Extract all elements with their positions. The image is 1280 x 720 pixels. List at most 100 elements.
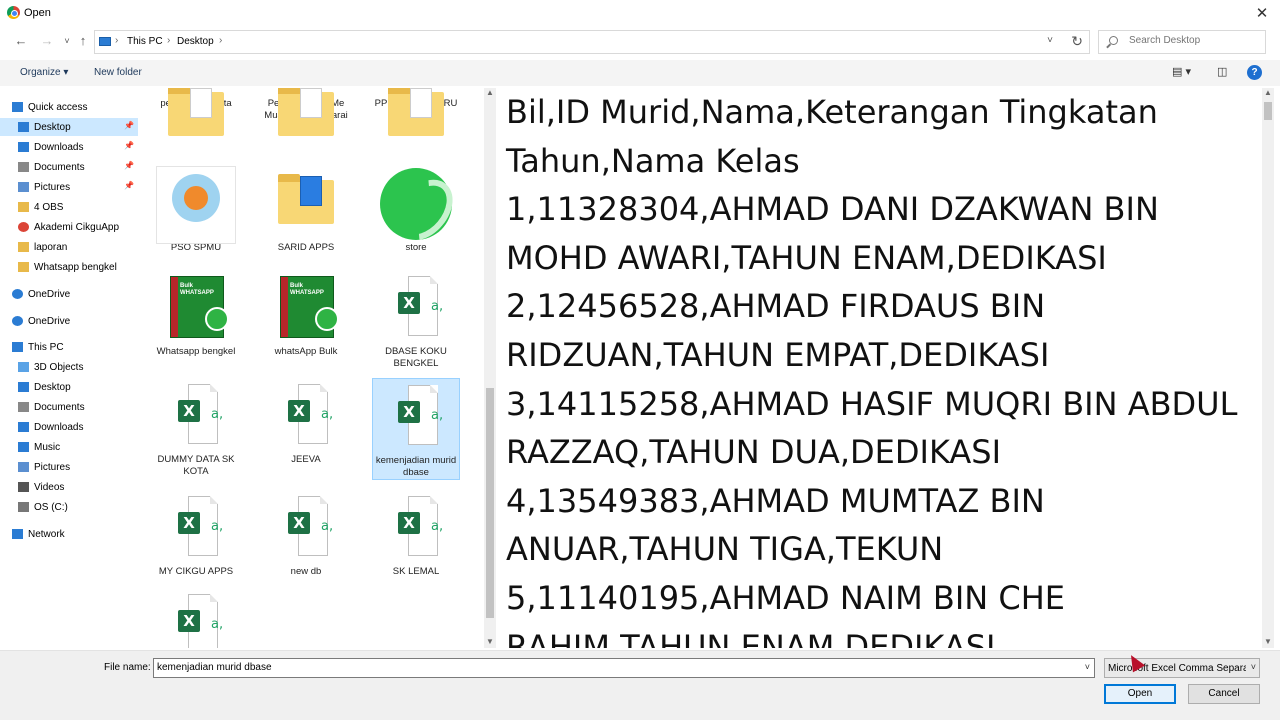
- folder-icon: [376, 88, 456, 136]
- chevron-down-icon: ˅: [1250, 662, 1256, 672]
- nav-item-videos[interactable]: Videos: [0, 478, 138, 496]
- file-item[interactable]: a, X: [152, 588, 240, 648]
- file-item[interactable]: PPD KOTA BHARU 41: [372, 88, 460, 136]
- navigation-row: ← → ˅ ↑ › This PC › Desktop › ˅ ↻: [0, 28, 1280, 56]
- chrome-app-icon: [7, 6, 20, 19]
- excel-csv-icon: a, X: [156, 490, 236, 566]
- pc-icon: [99, 37, 111, 46]
- nav-item-label: laporan: [34, 242, 68, 253]
- chevron-down-icon[interactable]: ˅: [1085, 662, 1090, 672]
- file-name-label: MY CIKGU APPS: [158, 566, 234, 577]
- file-item[interactable]: a, X SK LEMAL: [372, 490, 460, 578]
- nav-item-documents[interactable]: Documents 📌: [0, 158, 138, 176]
- music-icon: [18, 442, 29, 452]
- excel-csv-icon: a, X: [156, 588, 236, 648]
- pin-icon: 📌: [124, 181, 134, 190]
- file-name-label: new db: [290, 566, 322, 577]
- files-scrollbar[interactable]: ▲ ▼: [484, 88, 496, 648]
- breadcrumb-separator: ›: [115, 35, 119, 46]
- nav-item-label: Downloads: [34, 422, 84, 433]
- scroll-down-arrow-icon[interactable]: ▼: [1264, 637, 1272, 646]
- nav-item-pictures[interactable]: Pictures 📌: [0, 178, 138, 196]
- file-name-label: DUMMY DATA SK KOTA: [157, 454, 235, 477]
- new-folder-button[interactable]: New folder: [94, 67, 142, 78]
- preview-pane-icon[interactable]: ◫: [1217, 65, 1227, 78]
- nav-item-label: Pictures: [34, 462, 71, 473]
- downloads-icon: [18, 142, 29, 152]
- nav-item-downloads[interactable]: Downloads: [0, 418, 138, 436]
- nav-item-pictures[interactable]: Pictures: [0, 458, 138, 476]
- pictures-icon: [18, 462, 29, 472]
- help-icon[interactable]: ?: [1247, 65, 1262, 80]
- organize-button[interactable]: Organize ▾: [20, 67, 68, 78]
- view-options-icon[interactable]: ▤ ▾: [1172, 65, 1191, 78]
- nav-item-laporan[interactable]: laporan: [0, 238, 138, 256]
- nav-item-onedrive[interactable]: ›OneDrive: [0, 312, 138, 330]
- file-name-input[interactable]: [157, 662, 1057, 673]
- nav-item-label: Pictures: [34, 182, 71, 193]
- search-input[interactable]: [1129, 35, 1259, 46]
- file-item[interactable]: a, X JEEVA: [262, 378, 350, 466]
- breadcrumb-this-pc[interactable]: This PC: [127, 36, 163, 47]
- nav-item-desktop[interactable]: Desktop 📌: [0, 118, 138, 136]
- nav-item-this-pc[interactable]: ›This PC: [0, 338, 138, 356]
- nav-item-network[interactable]: ›Network: [0, 525, 138, 543]
- file-name-combobox[interactable]: ˅: [153, 658, 1095, 678]
- open-button[interactable]: Open: [1104, 684, 1176, 704]
- file-item[interactable]: a, Xnew db: [262, 490, 350, 578]
- back-arrow-icon[interactable]: ←: [12, 32, 30, 50]
- nav-item-desktop[interactable]: Desktop: [0, 378, 138, 396]
- folder-icon: [266, 88, 346, 136]
- folder-icon: [156, 88, 236, 136]
- address-dropdown-icon[interactable]: ˅: [1047, 35, 1053, 46]
- nav-item-whatsapp-bengkel[interactable]: Whatsapp bengkel: [0, 258, 138, 276]
- preview-scrollbar[interactable]: ▲ ▼: [1262, 88, 1274, 648]
- scroll-up-arrow-icon[interactable]: ▲: [1264, 88, 1272, 97]
- file-item[interactable]: Bulk WHATSAPP Whatsapp bengkel: [152, 270, 240, 358]
- forward-arrow-icon[interactable]: →: [38, 32, 56, 50]
- nav-item-label: OS (C:): [34, 502, 68, 513]
- nav-item-documents[interactable]: Documents: [0, 398, 138, 416]
- file-item[interactable]: a, X DUMMY DATA SK KOTA: [152, 378, 240, 478]
- file-item[interactable]: PSO SPMU: [152, 166, 240, 254]
- book-icon-text: Bulk WHATSAPP: [290, 283, 324, 296]
- file-item[interactable]: a, X DBASE KOKU BENGKEL: [372, 270, 460, 370]
- 3d-objects-icon: [18, 362, 29, 372]
- downloads-icon: [18, 422, 29, 432]
- nav-item-label: OneDrive: [28, 316, 71, 327]
- documents-icon: [18, 162, 29, 172]
- nav-item-label: Desktop: [34, 382, 71, 393]
- file-item[interactable]: a, Xkemenjadian murid dbase: [372, 378, 460, 480]
- scroll-down-arrow-icon[interactable]: ▼: [486, 637, 494, 646]
- excel-csv-icon: a, X: [266, 490, 346, 566]
- folder-icon: [266, 166, 346, 242]
- nav-item-os-c[interactable]: OS (C:): [0, 498, 138, 516]
- scroll-up-arrow-icon[interactable]: ▲: [486, 88, 494, 97]
- cancel-button[interactable]: Cancel: [1188, 684, 1260, 704]
- nav-item-label: Network: [28, 529, 65, 540]
- close-icon[interactable]: ✕: [1254, 4, 1270, 22]
- file-item[interactable]: Pengurusan IDMe Muat Turun Senarai Pengg…: [262, 88, 350, 136]
- breadcrumb-desktop[interactable]: Desktop: [177, 36, 214, 47]
- nav-item-quick-access[interactable]: ›Quick access: [0, 98, 138, 116]
- file-item[interactable]: Bulk WHATSAPP whatsApp Bulk: [262, 270, 350, 358]
- file-item[interactable]: SARID APPS: [262, 166, 350, 254]
- nav-item-onedrive[interactable]: ›OneDrive: [0, 285, 138, 303]
- file-item[interactable]: store: [372, 166, 460, 254]
- nav-item-3d-objects[interactable]: 3D Objects: [0, 358, 138, 376]
- address-bar[interactable]: › This PC › Desktop › ˅ ↻: [94, 30, 1090, 54]
- file-item[interactable]: a, X MY CIKGU APPS: [152, 490, 240, 578]
- scroll-thumb[interactable]: [486, 388, 494, 618]
- chrome-icon: [18, 222, 29, 232]
- nav-item-downloads[interactable]: Downloads 📌: [0, 138, 138, 156]
- nav-item-4-obs[interactable]: 4 OBS: [0, 198, 138, 216]
- file-item[interactable]: pengurusan data: [152, 88, 240, 136]
- scroll-thumb[interactable]: [1264, 102, 1272, 120]
- up-arrow-icon[interactable]: ↑: [74, 32, 92, 50]
- search-box[interactable]: [1098, 30, 1266, 54]
- nav-item-label: This PC: [28, 342, 64, 353]
- dialog-footer: File name: ˅ Microsoft Excel Comma Separ…: [0, 650, 1280, 720]
- nav-item-music[interactable]: Music: [0, 438, 138, 456]
- refresh-icon[interactable]: ↻: [1071, 33, 1083, 50]
- nav-item-akademi-cikguapp[interactable]: Akademi CikguApp: [0, 218, 138, 236]
